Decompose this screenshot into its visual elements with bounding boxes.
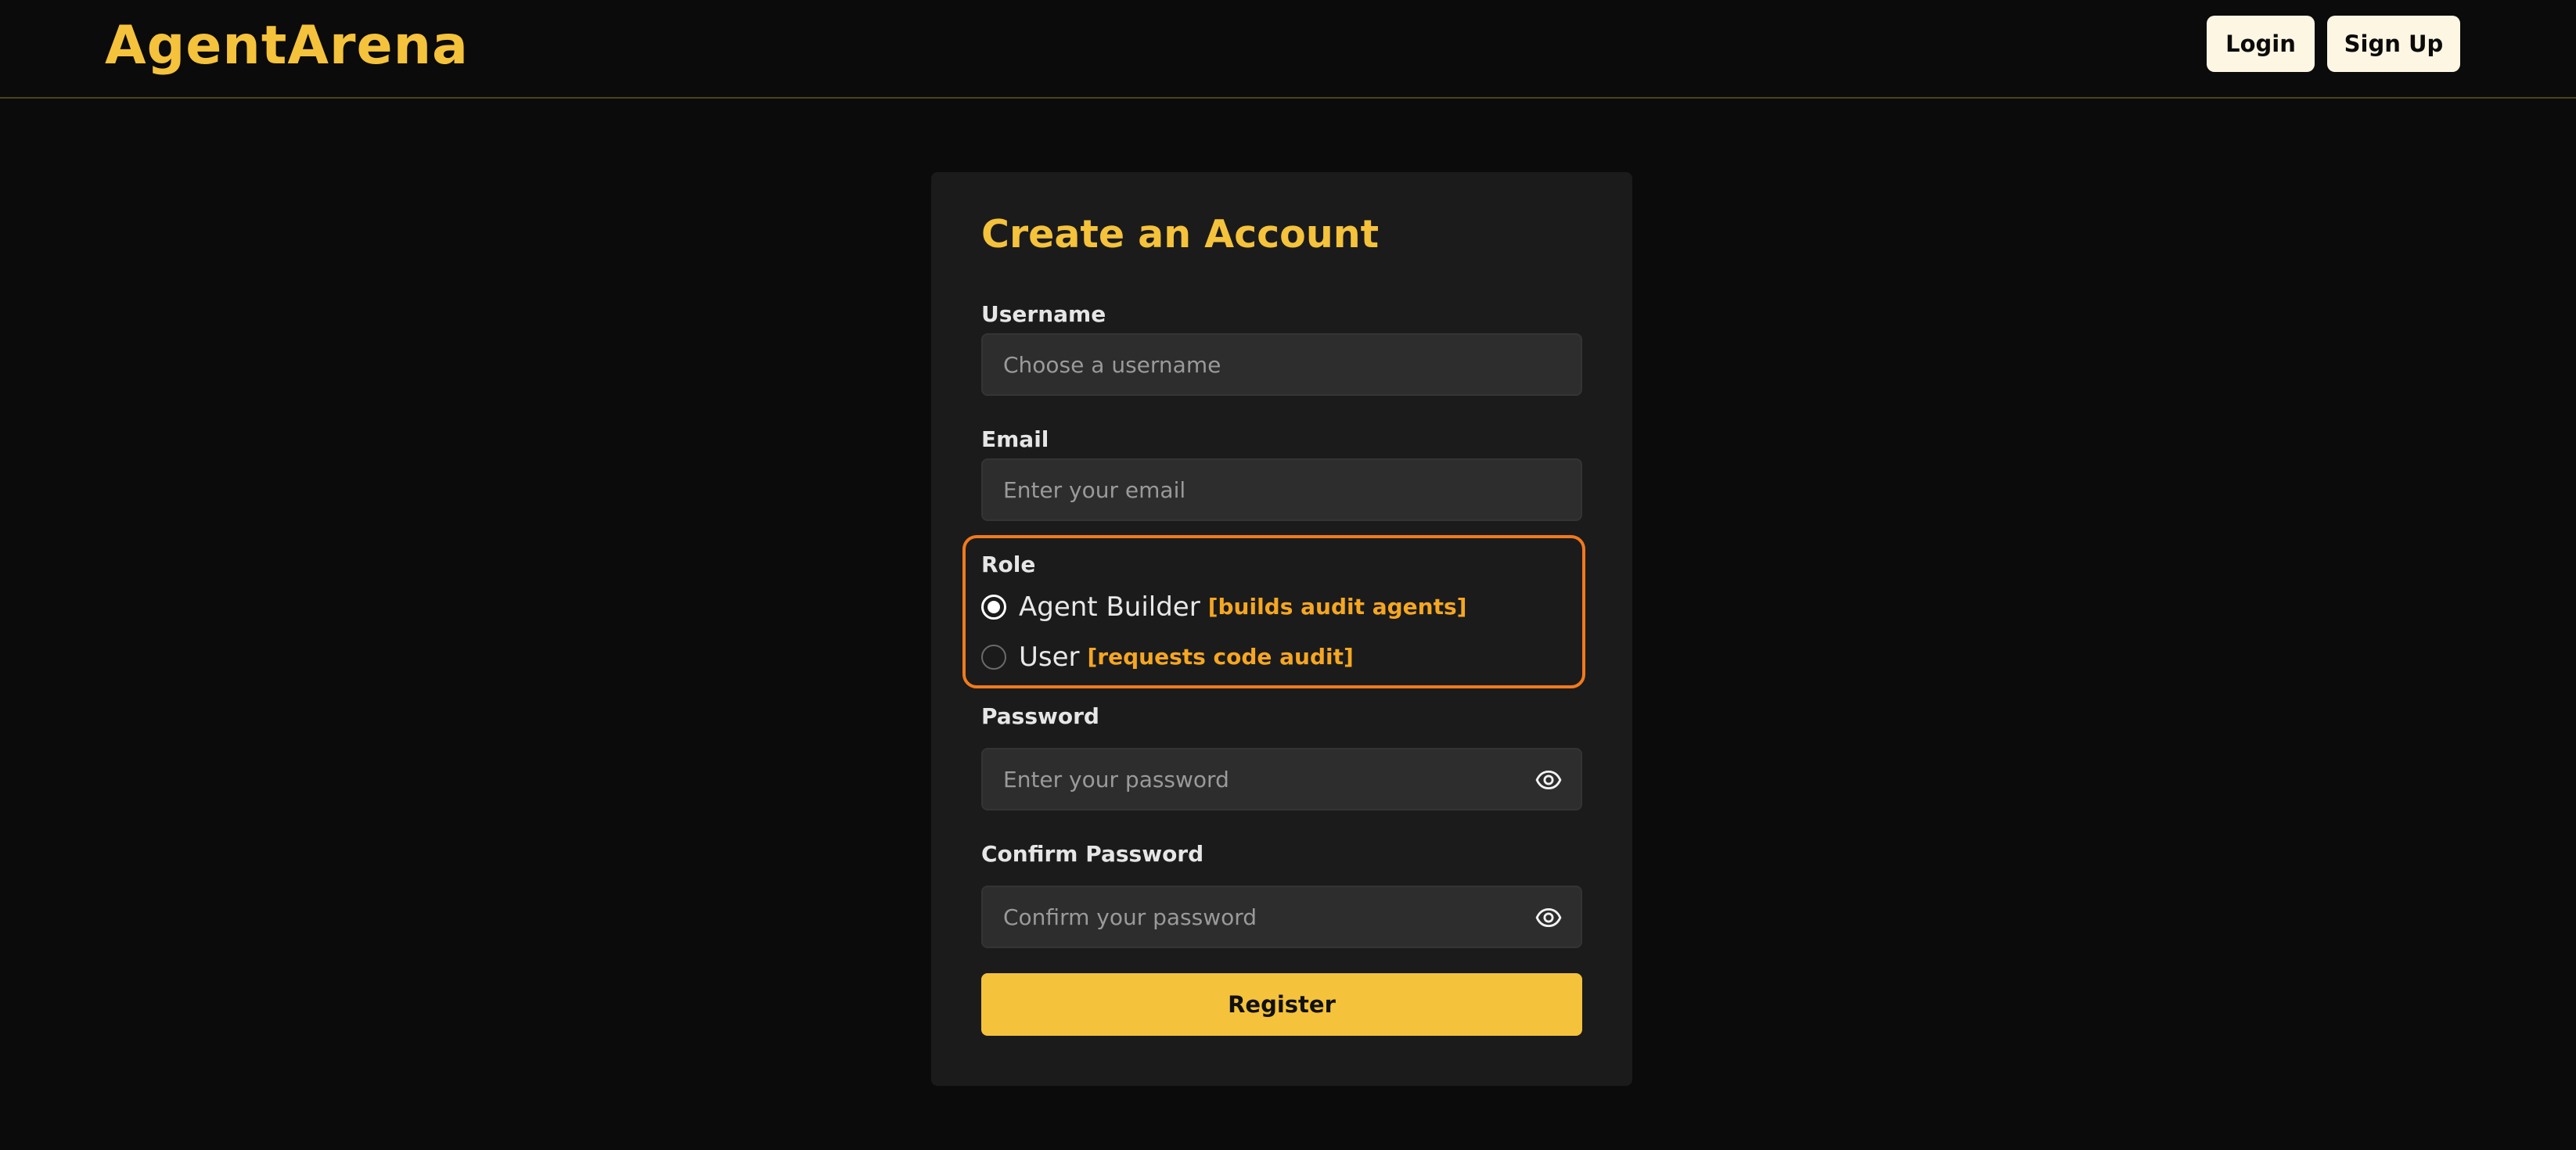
brand-logo[interactable]: AgentArena (105, 11, 469, 81)
form-title: Create an Account (981, 212, 1380, 257)
role-option-agent-builder[interactable]: Agent Builder [builds audit agents] (981, 590, 1466, 624)
role-selector: Role Agent Builder [builds audit agents]… (962, 535, 1585, 688)
top-navbar: AgentArena Login Sign Up (0, 0, 2576, 99)
role-option-label: Agent Builder (1019, 591, 1200, 623)
radio-user[interactable] (981, 645, 1006, 670)
email-label: Email (981, 426, 1049, 452)
radio-agent-builder[interactable] (981, 595, 1006, 620)
confirm-password-label: Confirm Password (981, 841, 1204, 867)
role-option-user[interactable]: User [requests code audit] (981, 640, 1354, 674)
email-input[interactable] (983, 460, 1581, 519)
password-label: Password (981, 703, 1099, 729)
role-option-hint: [requests code audit] (1087, 644, 1354, 670)
role-option-label: User (1019, 641, 1080, 673)
username-input[interactable] (983, 335, 1581, 394)
login-button[interactable]: Login (2207, 16, 2315, 72)
role-label: Role (981, 552, 1036, 577)
password-input[interactable] (983, 749, 1581, 809)
email-field-wrapper (981, 458, 1582, 521)
confirm-password-input[interactable] (983, 887, 1581, 947)
username-field-wrapper (981, 333, 1582, 396)
register-card: Create an Account Username Email Role Ag… (931, 172, 1632, 1086)
eye-icon[interactable] (1535, 904, 1562, 931)
role-option-hint: [builds audit agents] (1207, 594, 1467, 620)
username-label: Username (981, 301, 1106, 327)
confirm-password-field-wrapper (981, 886, 1582, 948)
eye-icon[interactable] (1535, 767, 1562, 793)
sign-up-button[interactable]: Sign Up (2327, 16, 2460, 72)
register-button[interactable]: Register (981, 973, 1582, 1036)
password-field-wrapper (981, 748, 1582, 810)
